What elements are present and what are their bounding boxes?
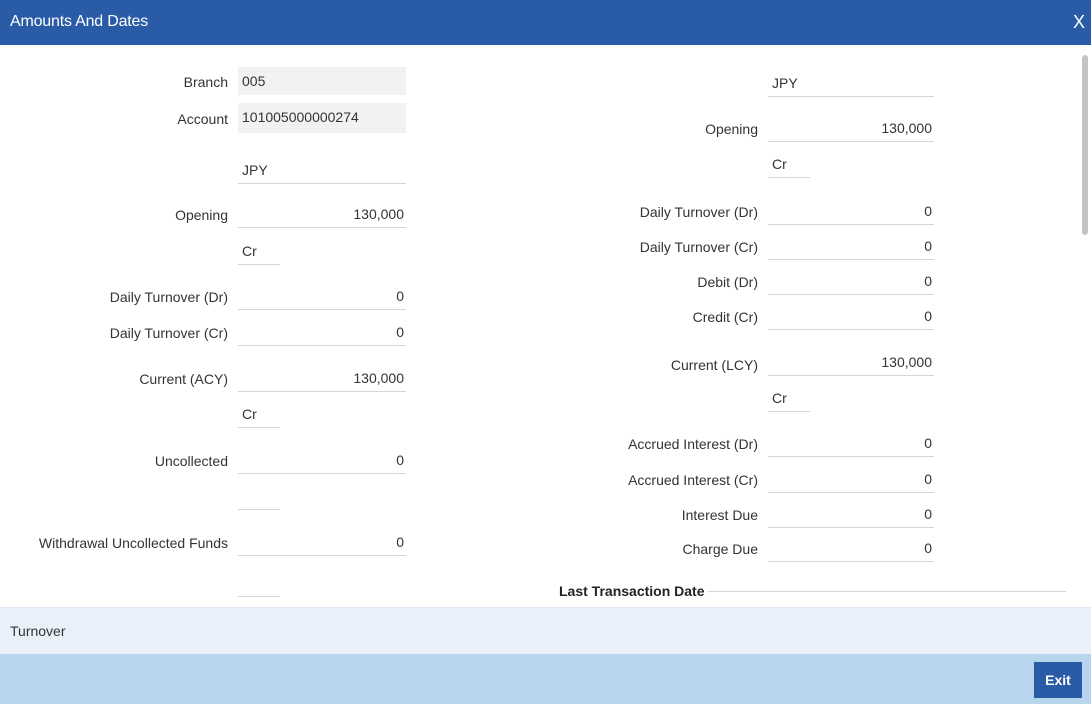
uncollected-indicator-field[interactable]	[238, 482, 280, 510]
charge-due-field[interactable]: 0	[768, 534, 934, 562]
daily-turnover-dr-label: Daily Turnover (Dr)	[109, 289, 228, 305]
lcy-opening-field[interactable]: 130,000	[768, 114, 934, 142]
lcy-daily-turnover-cr-field[interactable]: 0	[768, 232, 934, 260]
credit-label: Credit (Cr)	[692, 309, 758, 325]
daily-turnover-dr-field[interactable]: 0	[238, 282, 406, 310]
exit-button[interactable]: Exit	[1034, 662, 1082, 698]
withdrawal-indicator-field[interactable]	[238, 569, 280, 597]
last-transaction-date-title: Last Transaction Date	[559, 583, 705, 599]
accrued-interest-dr-field[interactable]: 0	[768, 429, 934, 457]
current-acy-field[interactable]: 130,000	[238, 364, 406, 392]
local-currency-field[interactable]: JPY	[768, 69, 934, 97]
account-currency-field[interactable]: JPY	[238, 156, 406, 184]
current-lcy-field[interactable]: 130,000	[768, 348, 934, 376]
current-lcy-indicator-field[interactable]: Cr	[768, 384, 810, 412]
interest-due-label: Interest Due	[681, 507, 758, 523]
opening-indicator-field[interactable]: Cr	[238, 237, 280, 265]
branch-field[interactable]: 005	[238, 67, 406, 95]
footer-bar	[0, 654, 1091, 704]
debit-label: Debit (Dr)	[697, 274, 758, 290]
uncollected-field[interactable]: 0	[238, 446, 406, 474]
lcy-opening-label: Opening	[705, 121, 758, 137]
window-titlebar: Amounts And Dates X	[0, 0, 1091, 45]
current-acy-indicator-field[interactable]: Cr	[238, 400, 280, 428]
account-label: Account	[177, 111, 228, 127]
lcy-daily-turnover-dr-label: Daily Turnover (Dr)	[639, 204, 758, 220]
opening-label: Opening	[175, 207, 228, 223]
accrued-interest-cr-field[interactable]: 0	[768, 465, 934, 493]
lcy-opening-indicator-field[interactable]: Cr	[768, 150, 810, 178]
current-acy-label: Current (ACY)	[139, 371, 228, 387]
accrued-interest-dr-label: Accrued Interest (Dr)	[628, 436, 758, 452]
charge-due-label: Charge Due	[682, 541, 759, 557]
tab-turnover[interactable]: Turnover	[10, 623, 66, 639]
tab-bar: Turnover	[0, 607, 1091, 654]
daily-turnover-cr-field[interactable]: 0	[238, 318, 406, 346]
daily-turnover-cr-label: Daily Turnover (Cr)	[109, 325, 228, 341]
account-field[interactable]: 101005000000274	[238, 103, 406, 133]
section-divider	[708, 591, 1066, 592]
withdrawal-uncollected-label: Withdrawal Uncollected Funds	[38, 535, 228, 551]
withdrawal-uncollected-field[interactable]: 0	[238, 528, 406, 556]
interest-due-field[interactable]: 0	[768, 500, 934, 528]
uncollected-label: Uncollected	[154, 453, 228, 469]
branch-label: Branch	[183, 74, 228, 90]
lcy-daily-turnover-cr-label: Daily Turnover (Cr)	[639, 239, 758, 255]
vertical-scrollbar[interactable]	[1082, 55, 1088, 235]
lcy-daily-turnover-dr-field[interactable]: 0	[768, 197, 934, 225]
credit-field[interactable]: 0	[768, 302, 934, 330]
window-title: Amounts And Dates	[10, 13, 149, 30]
debit-field[interactable]: 0	[768, 267, 934, 295]
opening-amount-field[interactable]: 130,000	[238, 200, 406, 228]
accrued-interest-cr-label: Accrued Interest (Cr)	[628, 472, 758, 488]
current-lcy-label: Current (LCY)	[670, 357, 758, 373]
close-icon[interactable]: X	[1073, 12, 1085, 33]
amounts-form: Branch 005 Account 101005000000274 JPY O…	[0, 45, 1091, 607]
